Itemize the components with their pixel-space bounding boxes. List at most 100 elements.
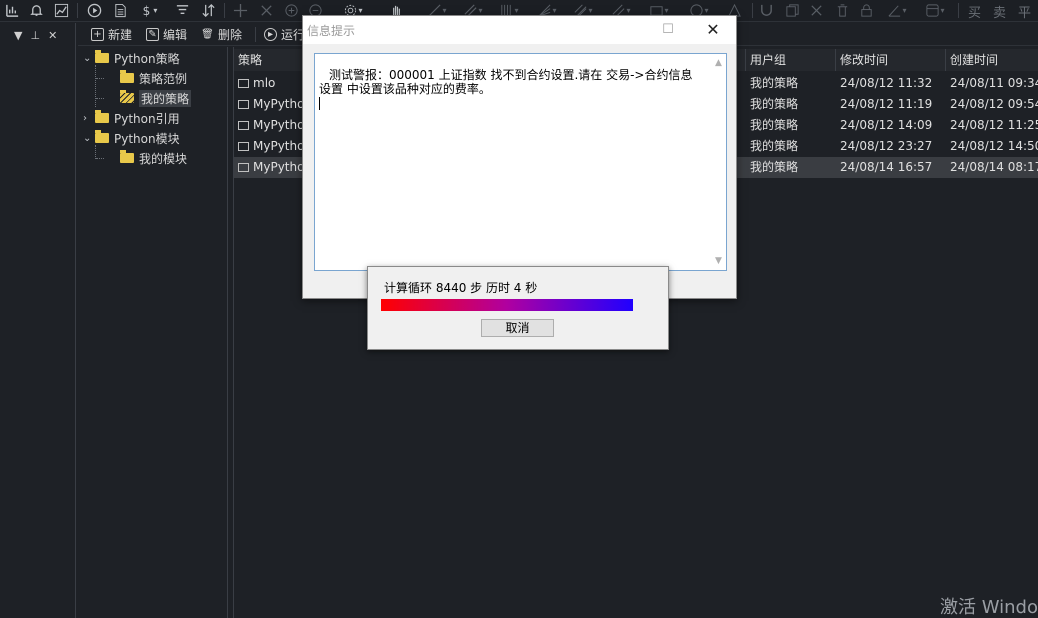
info-message: 测试警报：000001 上证指数 找不到合约设置.请在 交易->合约信息设置 中… — [319, 68, 693, 96]
cell-modified: 24/08/12 11:32 — [836, 73, 946, 94]
pin-icon[interactable]: ⊥ — [30, 29, 40, 42]
trash-icon[interactable] — [834, 2, 850, 19]
tree-item-label: Python模块 — [114, 131, 180, 146]
tree-item-my-module[interactable]: 我的模块 — [120, 149, 187, 167]
cell-text: 我的策略 — [750, 139, 799, 153]
document-icon[interactable] — [112, 2, 128, 19]
header-created-time[interactable]: 创建时间 — [946, 49, 1038, 71]
lock-icon[interactable] — [858, 2, 874, 19]
cell-group: 我的策略 — [746, 94, 836, 115]
zoom-in-icon[interactable] — [283, 2, 299, 19]
cell-modified: 24/08/12 11:19 — [836, 94, 946, 115]
dollar-icon[interactable]: $ ▾ — [139, 2, 161, 19]
cell-text: 24/08/14 08:17 — [950, 160, 1038, 174]
cell-created: 24/08/11 09:34 — [946, 73, 1038, 94]
cell-text: 24/08/12 11:32 — [840, 76, 933, 90]
cancel-button[interactable]: 取消 — [481, 319, 554, 337]
cell-text: 24/08/12 14:09 — [840, 118, 933, 132]
info-dialog-titlebar: 信息提示 ☐ ✕ — [303, 16, 736, 44]
move-icon[interactable] — [232, 2, 248, 19]
cell-name: MyPython — [234, 136, 304, 157]
progress-bar-fill — [381, 299, 633, 311]
chart-icon[interactable] — [4, 2, 20, 19]
activation-watermark: 激活 Windows — [940, 597, 1038, 618]
progress-text: 计算循环 8440 步 历时 4 秒 — [384, 281, 538, 295]
chevron-right-icon[interactable]: › — [83, 113, 95, 124]
cell-text: 24/08/12 11:25 — [950, 118, 1038, 132]
display-icon[interactable]: ▾ — [922, 2, 948, 19]
info-message-box[interactable]: 测试警报：000001 上证指数 找不到合约设置.请在 交易->合约信息设置 中… — [314, 53, 727, 271]
cell-text: mlo — [253, 76, 276, 90]
cell-text: MyPython — [253, 160, 304, 174]
trend-icon[interactable] — [53, 2, 69, 19]
tree-item-label: 策略范例 — [139, 71, 188, 86]
maximize-icon[interactable]: ☐ — [658, 20, 678, 40]
bell-icon[interactable] — [28, 2, 44, 19]
cell-name: MyPython — [234, 157, 304, 178]
cell-group: 我的策略 — [746, 115, 836, 136]
tree-item-python-reference[interactable]: › Python引用 — [83, 109, 180, 127]
folder-open-icon — [120, 90, 134, 103]
pane-close-icon[interactable]: ✕ — [48, 29, 57, 42]
tree-item-python-module[interactable]: ⌄ Python模块 — [83, 129, 180, 147]
delete-x-icon[interactable] — [808, 2, 824, 19]
run-icon: ▸ — [264, 28, 277, 41]
copy-icon[interactable] — [784, 2, 800, 19]
text-cursor — [319, 97, 320, 110]
tree-item-label: 我的策略 — [139, 89, 192, 107]
tree-item-label: 我的模块 — [139, 151, 188, 166]
angle-icon[interactable]: ▾ — [884, 2, 910, 19]
chevron-down-icon[interactable]: ⌄ — [83, 53, 95, 64]
new-button[interactable]: + 新建 — [91, 26, 132, 43]
pencil-icon: ✎ — [146, 28, 159, 41]
info-dialog-title: 信息提示 — [307, 24, 356, 38]
cell-text: 24/08/12 11:19 — [840, 97, 933, 111]
cell-text: 我的策略 — [750, 76, 799, 90]
folder-icon — [120, 70, 134, 83]
cell-text: MyPython — [253, 139, 304, 153]
magnet-icon[interactable] — [758, 2, 774, 19]
progress-dialog: 计算循环 8440 步 历时 4 秒 取消 — [367, 266, 669, 350]
cell-text: 24/08/12 09:54 — [950, 97, 1038, 111]
info-dialog: 信息提示 ☐ ✕ 测试警报：000001 上证指数 找不到合约设置.请在 交易-… — [302, 15, 737, 299]
cell-text: 我的策略 — [750, 118, 799, 132]
chevron-down-icon[interactable]: ⌄ — [83, 133, 95, 144]
vertical-scrollbar[interactable]: ▲ ▼ — [712, 54, 726, 270]
delete-label: 删除 — [218, 28, 243, 42]
cell-created: 24/08/12 09:54 — [946, 94, 1038, 115]
close-icon[interactable]: ✕ — [703, 20, 723, 40]
edit-button[interactable]: ✎ 编辑 — [146, 26, 187, 43]
run-button[interactable]: ▸ 运行 — [264, 26, 305, 43]
cell-group: 我的策略 — [746, 157, 836, 178]
tree-item-python-strategy[interactable]: ⌄ Python策略 — [83, 49, 180, 67]
progress-bar — [381, 299, 633, 311]
tree-item-strategy-examples[interactable]: 策略范例 — [120, 69, 187, 87]
scroll-down-icon[interactable]: ▼ — [715, 254, 722, 268]
sell-button[interactable]: 卖 — [993, 2, 1006, 21]
play-icon[interactable] — [86, 2, 102, 19]
cross-icon[interactable] — [258, 2, 274, 19]
buy-button[interactable]: 买 — [968, 2, 981, 21]
cell-modified: 24/08/14 16:57 — [836, 157, 946, 178]
cell-text: 我的策略 — [750, 97, 799, 111]
tree-item-label: Python策略 — [114, 51, 180, 66]
filter-icon[interactable] — [174, 2, 190, 19]
cell-name: MyPython — [234, 94, 304, 115]
folder-icon — [95, 130, 109, 143]
scroll-up-icon[interactable]: ▲ — [715, 56, 722, 70]
cell-group: 我的策略 — [746, 73, 836, 94]
pane-menu-icon[interactable]: ▼ — [14, 29, 22, 42]
left-pane: ▼ ⊥ ✕ — [0, 23, 76, 618]
cell-modified: 24/08/12 14:09 — [836, 115, 946, 136]
delete-button[interactable]: 🗑 删除 — [201, 26, 242, 43]
cell-text: 24/08/12 23:27 — [840, 139, 933, 153]
cell-created: 24/08/14 08:17 — [946, 157, 1038, 178]
tree-item-my-strategy[interactable]: 我的策略 — [120, 89, 192, 107]
cell-text: 24/08/12 14:50 — [950, 139, 1038, 153]
sort-icon[interactable] — [200, 2, 216, 19]
folder-icon — [95, 50, 109, 63]
header-user-group[interactable]: 用户组 — [746, 49, 836, 71]
close-position-button[interactable]: 平 — [1018, 2, 1031, 21]
header-modified-time[interactable]: 修改时间 — [836, 49, 946, 71]
cell-name: mlo — [234, 73, 304, 94]
